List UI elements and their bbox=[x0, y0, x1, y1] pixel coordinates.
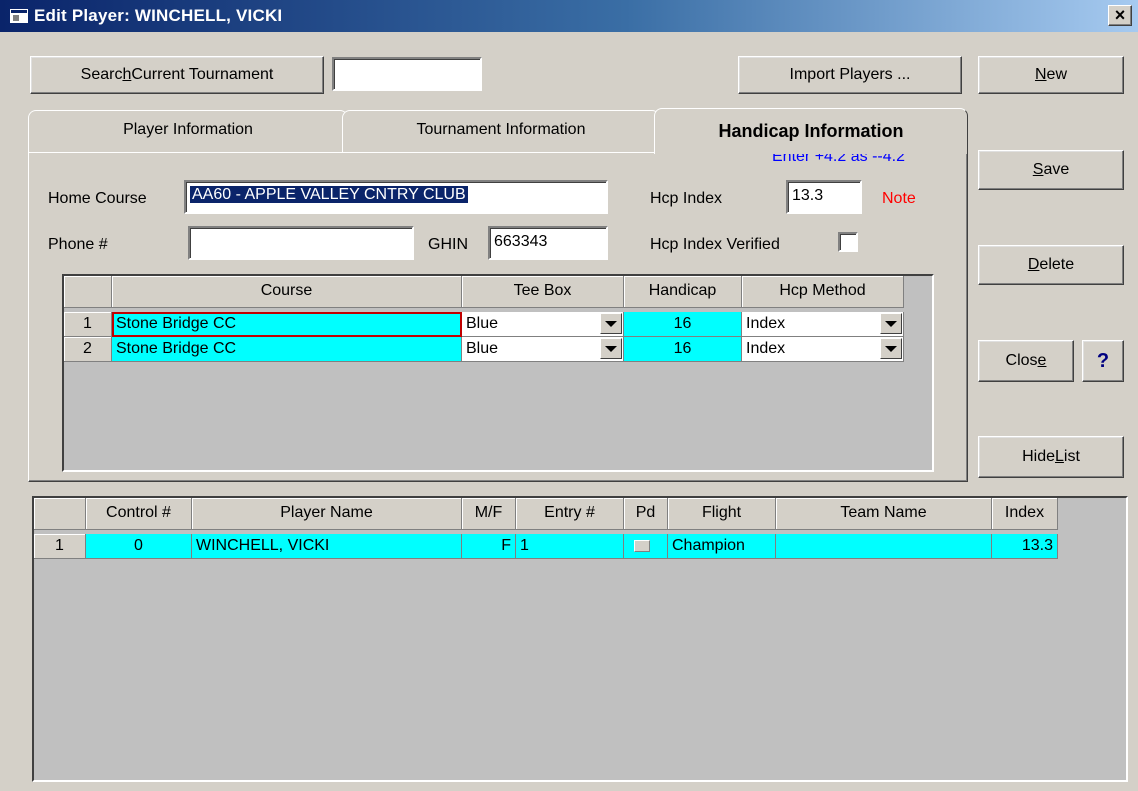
index-header[interactable]: Index bbox=[992, 498, 1058, 530]
ghin-label: GHIN bbox=[428, 236, 468, 253]
home-course-field[interactable]: AA60 - APPLE VALLEY CNTRY CLUB bbox=[184, 180, 608, 214]
hcp-note-link[interactable]: Note bbox=[882, 190, 916, 208]
delete-button[interactable]: Delete bbox=[978, 245, 1124, 285]
help-button[interactable]: ? bbox=[1082, 340, 1124, 382]
team-name-cell[interactable] bbox=[776, 534, 992, 559]
save-button[interactable]: Save bbox=[978, 150, 1124, 190]
control-header[interactable]: Control # bbox=[86, 498, 192, 530]
entry-header[interactable]: Entry # bbox=[516, 498, 624, 530]
chevron-down-icon[interactable] bbox=[880, 338, 902, 359]
course-row-number: 1 bbox=[64, 312, 112, 337]
hcp-method-dropdown[interactable]: Index bbox=[742, 337, 904, 362]
import-players-button[interactable]: Import Players ... bbox=[738, 56, 962, 94]
pd-header[interactable]: Pd bbox=[624, 498, 668, 530]
chevron-down-icon[interactable] bbox=[600, 313, 622, 334]
hide-list-button[interactable]: Hide List bbox=[978, 436, 1124, 478]
control-cell[interactable]: 0 bbox=[86, 534, 192, 559]
chevron-down-icon[interactable] bbox=[880, 313, 902, 334]
new-button[interactable]: New bbox=[978, 56, 1124, 94]
tee-box-dropdown[interactable]: Blue bbox=[462, 312, 624, 337]
player-name-header[interactable]: Player Name bbox=[192, 498, 462, 530]
handicap-cell[interactable]: 16 bbox=[624, 337, 742, 362]
player-list-grid: Control # Player Name M/F Entry # Pd Fli… bbox=[32, 496, 1128, 782]
phone-label: Phone # bbox=[48, 236, 108, 253]
chevron-down-icon[interactable] bbox=[600, 338, 622, 359]
ghin-field[interactable]: 663343 bbox=[488, 226, 608, 260]
paid-checkbox[interactable] bbox=[634, 540, 650, 552]
tee-box-header[interactable]: Tee Box bbox=[462, 276, 624, 308]
hcp-index-label: Hcp Index bbox=[650, 190, 723, 207]
title-bar: Edit Player: WINCHELL, VICKI × bbox=[0, 0, 1138, 32]
tab-handicap-information[interactable]: Handicap Information bbox=[654, 108, 968, 154]
hcp-verified-label: Hcp Index Verified bbox=[650, 236, 780, 253]
course-row-number: 2 bbox=[64, 337, 112, 362]
course-grid: Course Tee Box Handicap Hcp Method 1 Sto… bbox=[62, 274, 934, 472]
handicap-cell[interactable]: 16 bbox=[624, 312, 742, 337]
help-icon: ? bbox=[1096, 349, 1110, 372]
search-input[interactable] bbox=[332, 57, 482, 91]
mf-header[interactable]: M/F bbox=[462, 498, 516, 530]
tab-player-information[interactable]: Player Information bbox=[28, 110, 348, 154]
player-name-cell[interactable]: WINCHELL, VICKI bbox=[192, 534, 462, 559]
player-row-number: 1 bbox=[34, 534, 86, 559]
tab-tournament-information[interactable]: Tournament Information bbox=[342, 110, 660, 154]
hcp-method-dropdown[interactable]: Index bbox=[742, 312, 904, 337]
course-cell[interactable]: Stone Bridge CC bbox=[112, 312, 462, 337]
close-icon: × bbox=[1114, 5, 1126, 25]
flight-cell[interactable]: Champion bbox=[668, 534, 776, 559]
team-name-header[interactable]: Team Name bbox=[776, 498, 992, 530]
close-window-button[interactable]: × bbox=[1108, 5, 1132, 26]
hcp-method-header[interactable]: Hcp Method bbox=[742, 276, 904, 308]
mf-cell[interactable]: F bbox=[462, 534, 516, 559]
hcp-verified-checkbox[interactable] bbox=[838, 232, 858, 252]
course-cell[interactable]: Stone Bridge CC bbox=[112, 337, 462, 362]
index-cell[interactable]: 13.3 bbox=[992, 534, 1058, 559]
handicap-header[interactable]: Handicap bbox=[624, 276, 742, 308]
app-icon bbox=[10, 9, 28, 23]
home-course-label: Home Course bbox=[48, 190, 147, 207]
pd-cell[interactable] bbox=[624, 534, 668, 559]
entry-cell[interactable]: 1 bbox=[516, 534, 624, 559]
player-grid-corner bbox=[34, 498, 86, 530]
course-grid-corner bbox=[64, 276, 112, 308]
hcp-index-field[interactable]: 13.3 bbox=[786, 180, 862, 214]
search-tournament-button[interactable]: Searc h Current Tournament bbox=[30, 56, 324, 94]
phone-field[interactable] bbox=[188, 226, 414, 260]
close-button[interactable]: Clos e bbox=[978, 340, 1074, 382]
course-header[interactable]: Course bbox=[112, 276, 462, 308]
flight-header[interactable]: Flight bbox=[668, 498, 776, 530]
window-title: Edit Player: WINCHELL, VICKI bbox=[34, 6, 283, 25]
tee-box-dropdown[interactable]: Blue bbox=[462, 337, 624, 362]
